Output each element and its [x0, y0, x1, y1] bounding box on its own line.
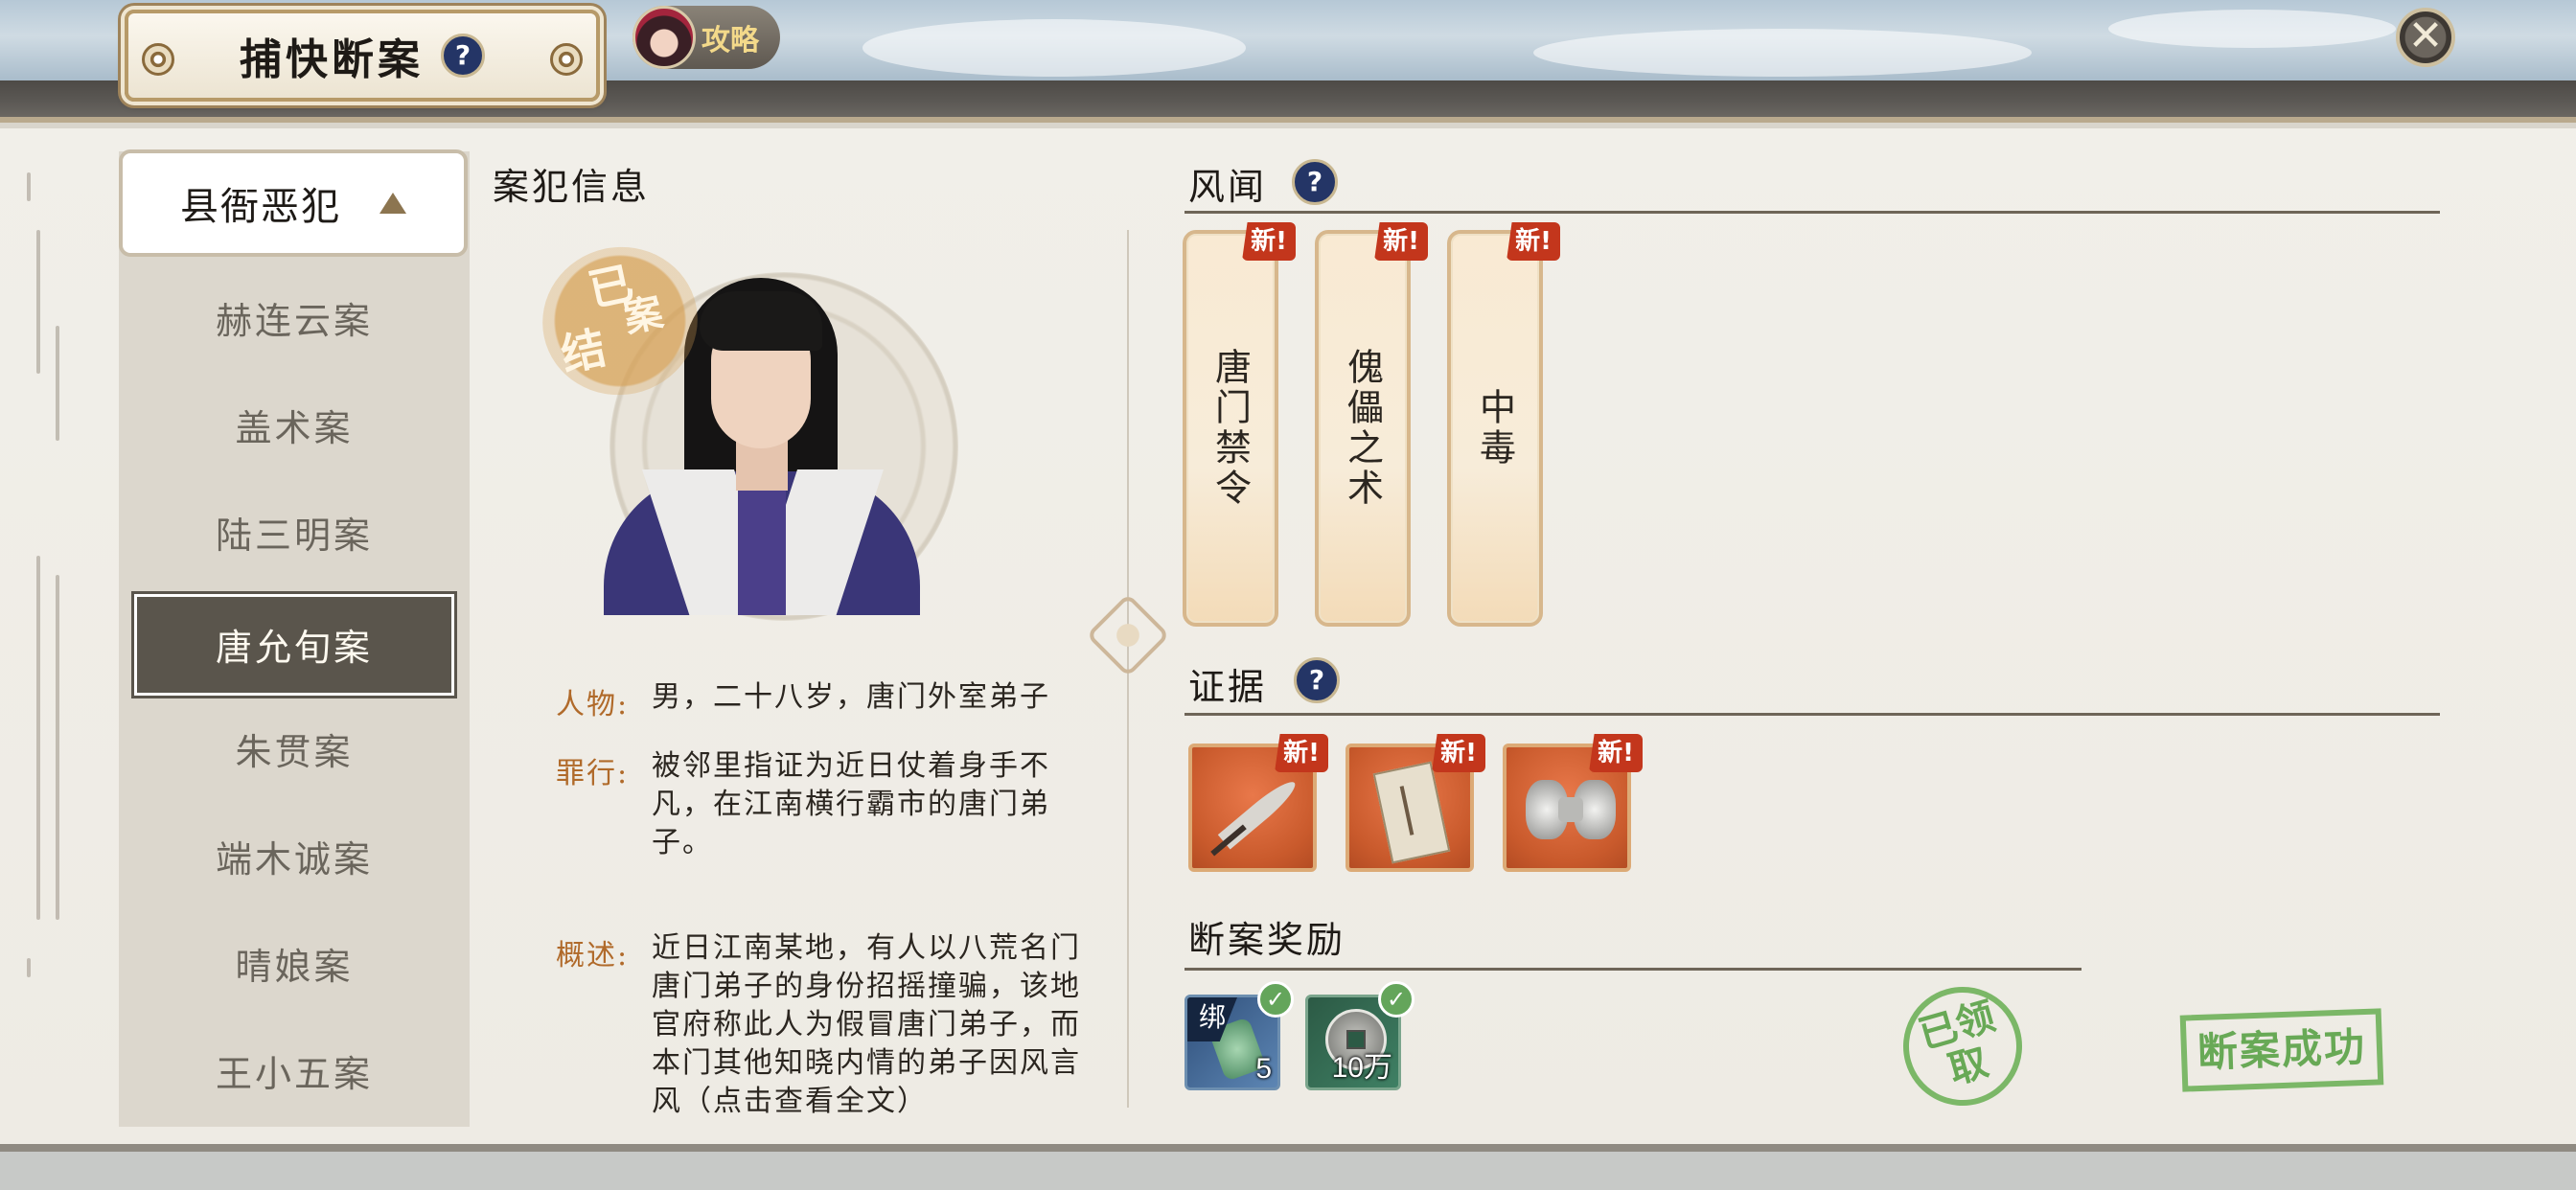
case-item[interactable]: 晴娘案: [134, 916, 454, 1018]
new-badge: 新!: [1242, 222, 1296, 261]
section-rule: [1184, 211, 2440, 214]
rumors-help-icon[interactable]: ?: [1292, 159, 1338, 205]
guide-avatar-icon: [632, 6, 696, 69]
crime-value: 被邻里指证为近日仗着身手不凡，在江南横行霸市的唐门弟子。: [652, 749, 1050, 859]
category-label: 县衙恶犯: [180, 185, 341, 229]
reward-count: 10万: [1331, 1052, 1392, 1084]
case-item[interactable]: 端木诚案: [134, 809, 454, 910]
rumor-card[interactable]: 傀儡之术: [1315, 230, 1411, 627]
rumor-card[interactable]: 唐门禁令: [1183, 230, 1278, 627]
new-badge: 新!: [1432, 734, 1485, 772]
ornament-knob-icon: [550, 43, 583, 76]
rumor-card[interactable]: 中毒: [1447, 230, 1543, 627]
cloud-decoration: [862, 19, 1246, 77]
category-dropdown[interactable]: 县衙恶犯: [119, 149, 468, 257]
case-item[interactable]: 王小五案: [134, 1023, 454, 1125]
rumor-card-label: 唐门禁令: [1208, 348, 1252, 509]
section-rule: [1184, 713, 2440, 716]
rumor-card-label: 傀儡之术: [1341, 348, 1384, 509]
new-badge: 新!: [1589, 734, 1643, 772]
crime-label: 罪行:: [556, 757, 630, 790]
rewards-title: 断案奖励: [1188, 919, 1346, 961]
person-label: 人物:: [556, 688, 630, 721]
rumor-card-label: 中毒: [1473, 388, 1516, 469]
calligraphy-decoration: [21, 172, 79, 996]
summary-value[interactable]: 近日江南某地，有人以八荒名门唐门弟子的身份招摇撞骗，该地官府称此人为假冒唐门弟子…: [652, 929, 1085, 1121]
case-item-active[interactable]: 唐允旬案: [134, 594, 454, 696]
check-icon: ✓: [1257, 981, 1294, 1018]
cloud-decoration: [2108, 10, 2396, 48]
new-badge: 新!: [1275, 734, 1328, 772]
case-item[interactable]: 赫连云案: [134, 270, 454, 372]
check-icon: ✓: [1378, 981, 1414, 1018]
page-title: 捕快断案: [240, 35, 424, 84]
help-icon[interactable]: ?: [441, 34, 485, 78]
person-value: 男，二十八岁，唐门外室弟子: [652, 680, 1050, 714]
case-success-stamp: 断案成功: [2179, 1008, 2384, 1092]
reward-count: 5: [1255, 1053, 1272, 1085]
ornament-knob-icon: [142, 43, 174, 76]
new-badge: 新!: [1374, 222, 1428, 261]
case-item[interactable]: 朱贯案: [134, 701, 454, 803]
title-plate: 捕快断案 ?: [125, 10, 600, 102]
caret-up-icon: [380, 193, 406, 214]
cloud-decoration: [1533, 29, 2032, 77]
case-item[interactable]: 盖术案: [134, 378, 454, 479]
case-info-title: 案犯信息: [493, 166, 651, 208]
evidence-title: 证据: [1188, 666, 1268, 708]
section-rule: [1184, 968, 2082, 971]
case-item[interactable]: 陆三明案: [134, 485, 454, 586]
new-badge: 新!: [1506, 222, 1560, 261]
guide-button[interactable]: 攻略: [632, 6, 780, 69]
summary-label: 概述:: [556, 939, 630, 973]
guide-label: 攻略: [702, 24, 759, 57]
close-button[interactable]: ✕: [2396, 8, 2455, 67]
footer-band: [0, 1144, 2576, 1190]
evidence-help-icon[interactable]: ?: [1294, 657, 1340, 703]
rumors-title: 风闻: [1188, 166, 1268, 208]
